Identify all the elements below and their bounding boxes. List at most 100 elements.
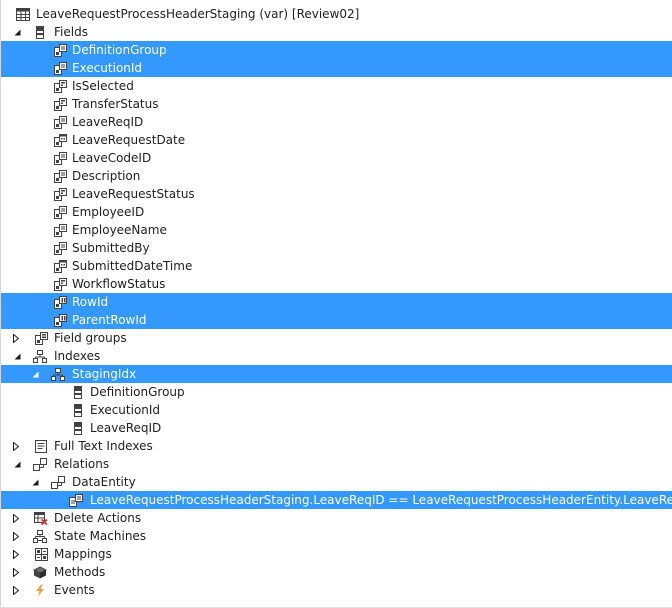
field-label: TransferStatus xyxy=(72,97,159,111)
index-field-icon xyxy=(71,403,85,417)
index-field-label: ExecutionId xyxy=(90,403,161,417)
field-label: LeaveCodeID xyxy=(72,151,152,165)
tree-node-label: Events xyxy=(54,583,95,597)
field-label: EmployeeID xyxy=(72,205,145,219)
field-node[interactable]: EmployeeName xyxy=(1,221,672,239)
field-node[interactable]: Description xyxy=(1,167,672,185)
field-date-icon xyxy=(53,133,67,147)
tree-node-label: Relations xyxy=(54,457,110,471)
tree-node-label: State Machines xyxy=(54,529,147,543)
index-field-label: DefinitionGroup xyxy=(90,385,185,399)
field-node[interactable]: WorkflowStatus xyxy=(1,275,672,293)
tree-node-label: LeaveRequestProcessHeaderStaging (var) [… xyxy=(36,7,360,21)
collapsed-arrow-icon[interactable] xyxy=(10,527,22,545)
field-node[interactable]: DefinitionGroup xyxy=(1,41,672,59)
field-node[interactable]: ParentRowId xyxy=(1,311,672,329)
tree-node-methods[interactable]: Methods xyxy=(1,563,672,581)
tree-node-relations[interactable]: Relations xyxy=(1,455,672,473)
indexes-icon xyxy=(33,349,47,363)
tree-node-events[interactable]: Events xyxy=(1,581,672,599)
index-field-icon xyxy=(71,421,85,435)
field-string-icon xyxy=(53,115,67,129)
tree-node-delete-actions[interactable]: Delete Actions xyxy=(1,509,672,527)
field-node[interactable]: EmployeeID xyxy=(1,203,672,221)
tree-node-label: DataEntity xyxy=(72,475,136,489)
field-label: IsSelected xyxy=(72,79,134,93)
tree-node-label: LeaveRequestProcessHeaderStaging.LeaveRe… xyxy=(90,493,672,507)
field-node[interactable]: TransferStatus xyxy=(1,95,672,113)
tree-node-label: Indexes xyxy=(54,349,101,363)
collapsed-arrow-icon[interactable] xyxy=(10,563,22,581)
expanded-arrow-icon[interactable] xyxy=(11,347,23,365)
events-icon xyxy=(33,583,47,597)
tree-node-relation[interactable]: DataEntity xyxy=(1,473,672,491)
index-field-label: LeaveReqID xyxy=(90,421,162,435)
full-text-index-icon xyxy=(34,439,48,453)
field-group-node-icon xyxy=(33,25,47,39)
field-node[interactable]: IsSelected xyxy=(1,77,672,95)
collapsed-arrow-icon[interactable] xyxy=(10,329,22,347)
field-label: SubmittedBy xyxy=(72,241,150,255)
field-int-icon xyxy=(53,313,67,327)
index-field-icon xyxy=(71,385,85,399)
field-string-icon xyxy=(53,169,67,183)
collapsed-arrow-icon[interactable] xyxy=(10,509,22,527)
field-label: ExecutionId xyxy=(72,61,143,75)
methods-icon xyxy=(33,565,47,579)
field-label: DefinitionGroup xyxy=(72,43,167,57)
field-node[interactable]: RowId xyxy=(1,293,672,311)
tree-node-state-machines[interactable]: State Machines xyxy=(1,527,672,545)
field-enum-icon xyxy=(53,187,67,201)
field-label: ParentRowId xyxy=(72,313,147,327)
field-enum-icon xyxy=(53,277,67,291)
expanded-arrow-icon[interactable] xyxy=(29,365,41,383)
delete-actions-icon xyxy=(34,511,48,525)
tree-node-field-groups[interactable]: Field groups xyxy=(1,329,672,347)
field-int-icon xyxy=(53,295,67,309)
collapsed-arrow-icon[interactable] xyxy=(10,437,22,455)
field-node[interactable]: LeaveCodeID xyxy=(1,149,672,167)
tree-node-relation-constraint[interactable]: LeaveRequestProcessHeaderStaging.LeaveRe… xyxy=(1,491,672,509)
field-groups-icon xyxy=(34,331,48,345)
field-label: SubmittedDateTime xyxy=(72,259,193,273)
expanded-arrow-icon[interactable] xyxy=(11,455,23,473)
expanded-arrow-icon[interactable] xyxy=(29,473,41,491)
tree-node-root[interactable]: LeaveRequestProcessHeaderStaging (var) [… xyxy=(1,5,672,23)
collapsed-arrow-icon[interactable] xyxy=(10,581,22,599)
relation-constraint-icon xyxy=(69,493,83,507)
field-string-icon xyxy=(53,43,67,57)
index-field-node[interactable]: DefinitionGroup xyxy=(1,383,672,401)
mappings-icon xyxy=(34,547,48,561)
field-date-icon xyxy=(53,259,67,273)
field-enum-icon xyxy=(53,79,67,93)
field-node[interactable]: ExecutionId xyxy=(1,59,672,77)
tree-node-index[interactable]: StagingIdx xyxy=(1,365,672,383)
field-enum-icon xyxy=(53,97,67,111)
tree-node-mappings[interactable]: Mappings xyxy=(1,545,672,563)
tree-node-full-text-indexes[interactable]: Full Text Indexes xyxy=(1,437,672,455)
relation-icon xyxy=(51,475,65,489)
index-icon xyxy=(51,367,65,381)
field-label: WorkflowStatus xyxy=(72,277,166,291)
tree-node-fields[interactable]: Fields xyxy=(1,23,672,41)
index-field-node[interactable]: ExecutionId xyxy=(1,401,672,419)
tree-node-label: Mappings xyxy=(54,547,112,561)
field-label: LeaveRequestDate xyxy=(72,133,186,147)
expanded-arrow-icon[interactable] xyxy=(11,23,23,41)
field-string-icon xyxy=(53,151,67,165)
index-field-node[interactable]: LeaveReqID xyxy=(1,419,672,437)
tree-node-indexes[interactable]: Indexes xyxy=(1,347,672,365)
field-node[interactable]: SubmittedDateTime xyxy=(1,257,672,275)
tree-node-label: StagingIdx xyxy=(72,367,137,381)
field-node[interactable]: LeaveReqID xyxy=(1,113,672,131)
tree-node-label: Delete Actions xyxy=(54,511,142,525)
field-label: LeaveRequestStatus xyxy=(72,187,195,201)
field-label: RowId xyxy=(72,295,109,309)
field-node[interactable]: LeaveRequestDate xyxy=(1,131,672,149)
field-label: EmployeeName xyxy=(72,223,167,237)
collapsed-arrow-icon[interactable] xyxy=(10,545,22,563)
field-node[interactable]: SubmittedBy xyxy=(1,239,672,257)
tree-view: LeaveRequestProcessHeaderStaging (var) [… xyxy=(0,0,672,608)
field-node[interactable]: LeaveRequestStatus xyxy=(1,185,672,203)
tree-node-label: Methods xyxy=(54,565,106,579)
